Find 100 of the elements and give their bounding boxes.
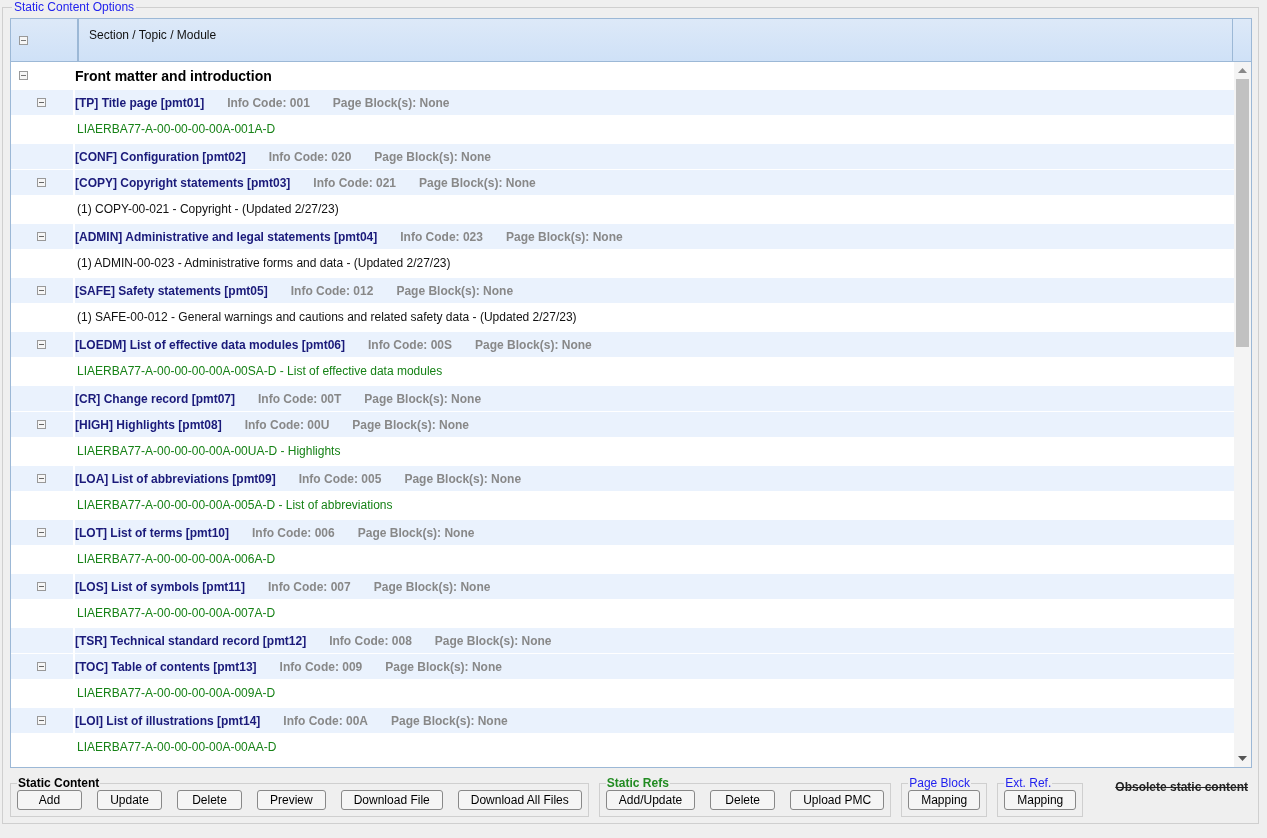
- info-code: Info Code: 007: [268, 579, 351, 594]
- topic-row[interactable]: [TP] Title page [pmt01] Info Code: 001 Page Block(s): None: [11, 90, 1234, 115]
- action-button[interactable]: Mapping: [908, 790, 981, 810]
- module-entry[interactable]: LIAERBA77-A-00-00-00-00A-009A-D: [77, 686, 276, 700]
- scrollbar[interactable]: [1234, 62, 1251, 767]
- collapse-icon[interactable]: [37, 340, 46, 349]
- topic-row[interactable]: [LOS] List of symbols [pmt11] Info Code: 007 Page Block(s): None: [11, 574, 1234, 599]
- page-blocks: Page Block(s): None: [505, 229, 623, 244]
- info-code: Info Code: 006: [252, 525, 335, 540]
- action-button[interactable]: Preview: [257, 790, 326, 810]
- topic-title: [SAFE] Safety statements [pmt05]: [75, 283, 268, 298]
- topic-row[interactable]: [TOC] Table of contents [pmt13] Info Code: 009 Page Block(s): None: [11, 654, 1234, 679]
- page-blocks: Page Block(s): None: [434, 633, 552, 648]
- topic-title: [CR] Change record [pmt07]: [75, 391, 235, 406]
- action-button[interactable]: Upload PMC: [790, 790, 885, 810]
- info-code: Info Code: 012: [290, 283, 374, 298]
- topic-row[interactable]: [LOI] List of illustrations [pmt14] Info Code: 00A Page Block(s): None: [11, 708, 1234, 733]
- topic-row[interactable]: [CR] Change record [pmt07] Info Code: 00T Page Block(s): None: [11, 386, 1234, 411]
- action-button[interactable]: Update: [97, 790, 162, 810]
- page-blocks: Page Block(s): None: [352, 417, 470, 432]
- action-button[interactable]: Add: [17, 790, 82, 810]
- collapse-all-icon[interactable]: [19, 35, 28, 45]
- module-entry[interactable]: LIAERBA77-A-00-00-00-00A-006A-D: [77, 552, 276, 566]
- topic-title: [LOA] List of abbreviations [pmt09]: [75, 471, 276, 486]
- collapse-icon[interactable]: [37, 232, 46, 241]
- scroll-up-icon[interactable]: [1238, 68, 1247, 73]
- page-blocks: Page Block(s): None: [385, 659, 502, 674]
- info-code: Info Code: 001: [227, 95, 310, 110]
- obsolete-link[interactable]: Obsolete static content: [1115, 780, 1248, 794]
- topic-title: [CONF] Configuration [pmt02]: [75, 149, 246, 164]
- topic-title: [ADMIN] Administrative and legal statements [pmt04]: [75, 229, 378, 244]
- collapse-icon[interactable]: [37, 716, 46, 725]
- group-title: Static Content: [17, 776, 101, 790]
- topic-title: [LOEDM] List of effective data modules [pmt06]: [75, 337, 346, 352]
- action-button[interactable]: Delete: [177, 790, 242, 810]
- scrollbar-thumb[interactable]: [1236, 79, 1249, 347]
- page-blocks: Page Block(s): None: [396, 283, 514, 298]
- info-code: Info Code: 00T: [258, 391, 342, 406]
- section-title: Front matter and introduction: [75, 67, 272, 84]
- collapse-icon[interactable]: [19, 70, 28, 80]
- collapse-icon[interactable]: [37, 286, 46, 295]
- topic-row[interactable]: [CONF] Configuration [pmt02] Info Code: 020 Page Block(s): None: [11, 144, 1234, 169]
- action-button[interactable]: Delete: [710, 790, 776, 810]
- panel-title: Static Content Options: [13, 0, 136, 14]
- module-entry[interactable]: LIAERBA77-A-00-00-00-00A-005A-D - List of abbreviations: [77, 498, 393, 512]
- topic-title: [TOC] Table of contents [pmt13]: [75, 659, 257, 674]
- topic-title: [COPY] Copyright statements [pmt03]: [75, 175, 291, 190]
- info-code: Info Code: 008: [329, 633, 412, 648]
- module-entry[interactable]: LIAERBA77-A-00-00-00-00A-007A-D: [77, 606, 276, 620]
- page-blocks: Page Block(s): None: [419, 175, 536, 190]
- module-entry[interactable]: (1) ADMIN-00-023 - Administrative forms and data - (Updated 2/27/23): [77, 256, 451, 270]
- page-blocks: Page Block(s): None: [391, 713, 508, 728]
- column-header: Section / Topic / Module: [79, 19, 1233, 61]
- topic-title: [HIGH] Highlights [pmt08]: [75, 417, 222, 432]
- module-entry[interactable]: (1) COPY-00-021 - Copyright - (Updated 2/27/23): [77, 202, 339, 216]
- group-title: Static Refs: [605, 776, 670, 790]
- page-blocks: Page Block(s): None: [332, 95, 450, 110]
- topic-title: [LOS] List of symbols [pmt11]: [75, 579, 245, 594]
- topic-row[interactable]: [LOEDM] List of effective data modules [pmt06] Info Code: 00S Page Block(s): None: [11, 332, 1234, 357]
- module-entry[interactable]: (1) SAFE-00-012 - General warnings and cautions and related safety data - (Updated 2/27/23): [77, 310, 577, 324]
- group-title: Ext. Ref.: [1004, 776, 1053, 790]
- collapse-icon[interactable]: [37, 420, 46, 429]
- collapse-icon[interactable]: [37, 474, 46, 483]
- module-entry[interactable]: LIAERBA77-A-00-00-00-00A-00AA-D: [77, 740, 277, 754]
- module-entry[interactable]: LIAERBA77-A-00-00-00-00A-00SA-D - List of effective data modules: [77, 364, 443, 378]
- info-code: Info Code: 00A: [283, 713, 368, 728]
- collapse-icon[interactable]: [37, 178, 46, 187]
- scroll-down-icon[interactable]: [1238, 756, 1247, 761]
- topic-row[interactable]: [TSR] Technical standard record [pmt12] Info Code: 008 Page Block(s): None: [11, 628, 1234, 653]
- page-blocks: Page Block(s): None: [374, 149, 492, 164]
- page-blocks: Page Block(s): None: [364, 391, 482, 406]
- info-code: Info Code: 00S: [368, 337, 453, 352]
- topic-row[interactable]: [COPY] Copyright statements [pmt03] Info Code: 021 Page Block(s): None: [11, 170, 1234, 195]
- info-code: Info Code: 020: [268, 149, 352, 164]
- collapse-icon[interactable]: [37, 528, 46, 537]
- topic-row[interactable]: [ADMIN] Administrative and legal statements [pmt04] Info Code: 023 Page Block(s): None: [11, 224, 1234, 249]
- action-button[interactable]: Download All Files: [457, 790, 582, 810]
- info-code: Info Code: 005: [298, 471, 382, 486]
- collapse-icon[interactable]: [37, 98, 46, 107]
- topic-row[interactable]: [HIGH] Highlights [pmt08] Info Code: 00U Page Block(s): None: [11, 412, 1234, 437]
- topic-title: [TSR] Technical standard record [pmt12]: [75, 633, 307, 648]
- info-code: Info Code: 021: [313, 175, 397, 190]
- topic-title: [TP] Title page [pmt01]: [75, 95, 205, 110]
- collapse-icon[interactable]: [37, 582, 46, 591]
- topic-row[interactable]: [LOA] List of abbreviations [pmt09] Info Code: 005 Page Block(s): None: [11, 466, 1234, 491]
- module-entry[interactable]: LIAERBA77-A-00-00-00-00A-001A-D: [77, 122, 276, 136]
- page-blocks: Page Block(s): None: [475, 337, 592, 352]
- topic-row[interactable]: [SAFE] Safety statements [pmt05] Info Code: 012 Page Block(s): None: [11, 278, 1234, 303]
- info-code: Info Code: 00U: [244, 417, 330, 432]
- topic-title: [LOI] List of illustrations [pmt14]: [75, 713, 261, 728]
- group-title: Page Block: [908, 776, 971, 790]
- topic-row[interactable]: [LOT] List of terms [pmt10] Info Code: 006 Page Block(s): None: [11, 520, 1234, 545]
- module-entry[interactable]: LIAERBA77-A-00-00-00-00A-00UA-D - Highlights: [77, 444, 341, 458]
- info-code: Info Code: 009: [279, 659, 363, 674]
- action-button[interactable]: Add/Update: [605, 790, 696, 810]
- action-button[interactable]: Mapping: [1004, 790, 1077, 810]
- action-button[interactable]: Download File: [340, 790, 443, 810]
- collapse-icon[interactable]: [37, 662, 46, 671]
- page-blocks: Page Block(s): None: [357, 525, 475, 540]
- page-blocks: Page Block(s): None: [373, 579, 491, 594]
